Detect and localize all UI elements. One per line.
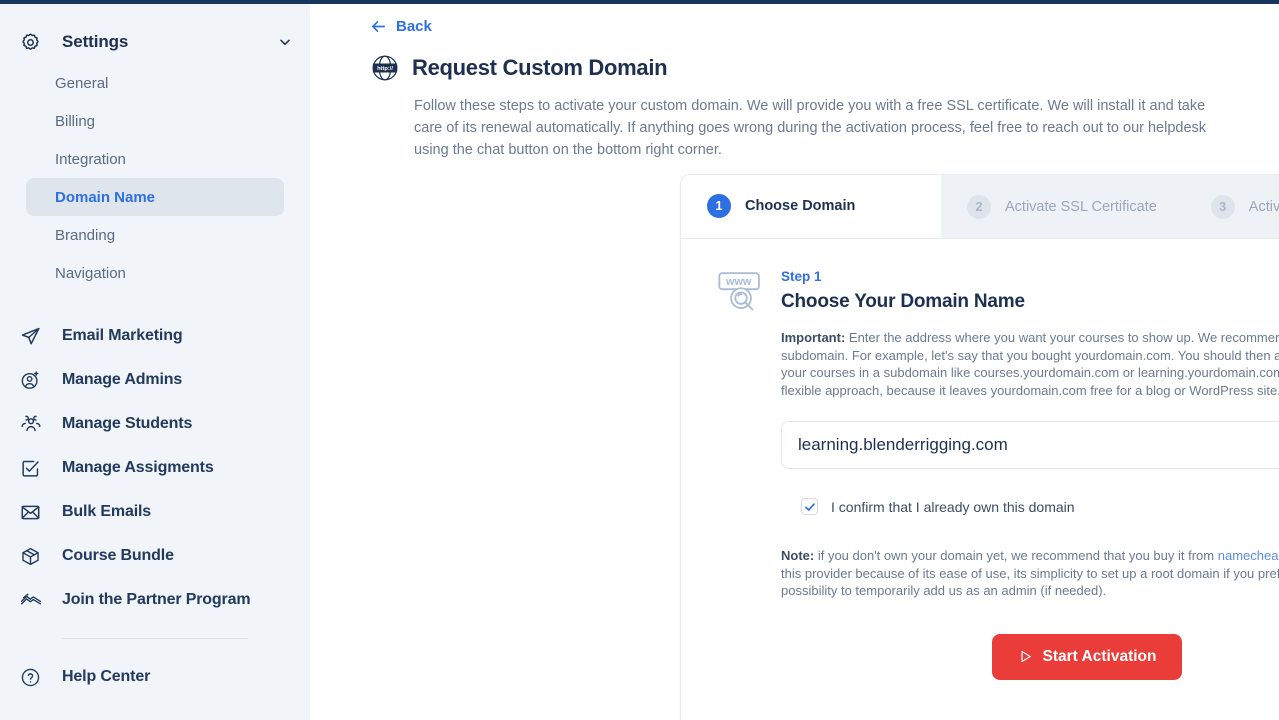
provider-note: Note: if you don't own your domain yet, … — [781, 547, 1279, 600]
package-icon — [20, 546, 46, 567]
tab-activate-ssl-certificate[interactable]: 2 Activate SSL Certificate — [941, 175, 1185, 238]
back-button[interactable]: Back — [370, 18, 432, 35]
tab-number: 2 — [967, 194, 991, 219]
arrow-left-icon — [370, 18, 387, 35]
sidebar-subitem-label: Integration — [55, 150, 126, 168]
users-group-icon — [20, 413, 46, 435]
sidebar-nav-label: Email Marketing — [62, 327, 183, 344]
sidebar-subitem-label: Billing — [55, 112, 96, 130]
step-title: Choose Your Domain Name — [781, 291, 1025, 312]
sidebar-item-billing[interactable]: Billing — [26, 102, 284, 140]
main-content: Back http:// Request Custom Domain Follo… — [310, 4, 1279, 720]
sidebar-subitem-label: Navigation — [55, 264, 126, 282]
user-star-icon — [20, 370, 46, 391]
sidebar-subitem-label: Branding — [55, 226, 116, 244]
step-kicker: Step 1 — [781, 269, 822, 284]
sidebar-nav-label: Help Center — [62, 668, 151, 685]
tab-number: 3 — [1210, 194, 1235, 219]
sidebar-subitem-label: Domain Name — [55, 188, 156, 206]
sidebar-nav-list: Email Marketing Manage Admins Manage Stu… — [0, 314, 310, 699]
task-check-icon — [20, 458, 46, 479]
chevron-down-icon[interactable] — [278, 35, 292, 49]
sidebar-item-branding[interactable]: Branding — [26, 216, 284, 254]
sidebar-item-manage-admins[interactable]: Manage Admins — [0, 358, 310, 402]
start-activation-row: Start Activation — [717, 633, 1279, 680]
page-title-row: http:// Request Custom Domain — [370, 53, 1279, 83]
sidebar-nav-label: Bulk Emails — [62, 503, 152, 520]
tab-label: Activate Website — [1248, 198, 1279, 215]
svg-text:www: www — [725, 276, 752, 288]
confirm-ownership-label: I confirm that I already own this domain — [831, 498, 1075, 515]
sidebar-item-bulk-emails[interactable]: Bulk Emails — [0, 490, 310, 534]
www-search-icon: www — [717, 269, 766, 315]
tab-activate-website[interactable]: 3 Activate Website — [1185, 175, 1279, 238]
sidebar-item-course-bundle[interactable]: Course Bundle — [0, 534, 310, 578]
confirm-ownership-checkbox[interactable] — [801, 498, 818, 515]
envelope-icon — [20, 502, 46, 523]
sidebar-item-integration[interactable]: Integration — [26, 140, 284, 178]
important-label: Important: — [781, 330, 846, 345]
important-note: Important: Enter the address where you w… — [781, 329, 1279, 399]
play-triangle-icon — [1018, 649, 1033, 664]
sidebar-item-email-marketing[interactable]: Email Marketing — [0, 314, 310, 358]
tab-label: Choose Domain — [745, 198, 856, 214]
domain-name-input[interactable] — [781, 421, 1279, 469]
handshake-icon — [20, 589, 46, 611]
sidebar-nav-label: Course Bundle — [62, 547, 174, 564]
tab-label: Activate SSL Certificate — [1005, 198, 1157, 215]
tab-choose-domain[interactable]: 1 Choose Domain — [681, 175, 941, 238]
note-label: Note: — [781, 548, 815, 563]
page-description: Follow these steps to activate your cust… — [414, 98, 1207, 158]
sidebar-nav-label: Manage Admins — [62, 371, 183, 388]
tab-number: 1 — [707, 194, 731, 218]
check-icon — [804, 501, 816, 513]
domain-wizard-card: 1 Choose Domain 2 Activate SSL Certifica… — [680, 174, 1279, 720]
confirm-ownership-row[interactable]: I confirm that I already own this domain — [801, 498, 1279, 515]
start-activation-label: Start Activation — [1042, 647, 1157, 665]
sidebar-divider — [62, 638, 248, 639]
sidebar-item-manage-students[interactable]: Manage Students — [0, 402, 310, 446]
sidebar-settings-label: Settings — [62, 32, 129, 51]
back-label: Back — [396, 18, 432, 35]
svg-text:http://: http:// — [377, 66, 393, 72]
step-header: www Step 1 Choose Your Domain Name — [717, 269, 1279, 315]
page-title: Request Custom Domain — [412, 55, 668, 80]
sidebar-nav-label: Manage Assigments — [62, 459, 214, 476]
step-header-text: Step 1 Choose Your Domain Name — [781, 269, 1025, 313]
sidebar-nav-label: Join the Partner Program — [62, 591, 251, 608]
sidebar-subitems: General Billing Integration Domain Name … — [0, 64, 310, 292]
sidebar-nav-label: Manage Students — [62, 415, 193, 432]
question-circle-icon — [20, 667, 46, 688]
sidebar-item-join-the-partner-program[interactable]: Join the Partner Program — [0, 578, 310, 622]
sidebar-section-settings[interactable]: Settings — [0, 22, 310, 62]
send-icon — [20, 326, 46, 347]
note-text-before: if you don't own your domain yet, we rec… — [814, 548, 1218, 563]
top-accent-bar — [0, 0, 1279, 4]
sidebar-item-general[interactable]: General — [26, 64, 284, 102]
sidebar-item-domain-name[interactable]: Domain Name — [26, 178, 284, 216]
sidebar-item-manage-assigments[interactable]: Manage Assigments — [0, 446, 310, 490]
wizard-step-body: www Step 1 Choose Your Domain Name Impor… — [681, 239, 1279, 680]
http-globe-icon: http:// — [370, 53, 400, 83]
gear-icon — [20, 32, 46, 53]
important-text: Enter the address where you want your co… — [781, 330, 1279, 398]
sidebar-subitem-label: General — [55, 74, 109, 92]
start-activation-button[interactable]: Start Activation — [991, 633, 1183, 680]
namecheap-link[interactable]: namecheap.com — [1218, 548, 1279, 563]
sidebar-item-help-center[interactable]: Help Center — [0, 655, 310, 699]
sidebar-item-navigation[interactable]: Navigation — [26, 254, 284, 292]
wizard-tabbar: 1 Choose Domain 2 Activate SSL Certifica… — [681, 175, 1279, 239]
sidebar: Settings General Billing Integration Dom… — [0, 4, 310, 720]
app-root: Settings General Billing Integration Dom… — [0, 4, 1279, 720]
